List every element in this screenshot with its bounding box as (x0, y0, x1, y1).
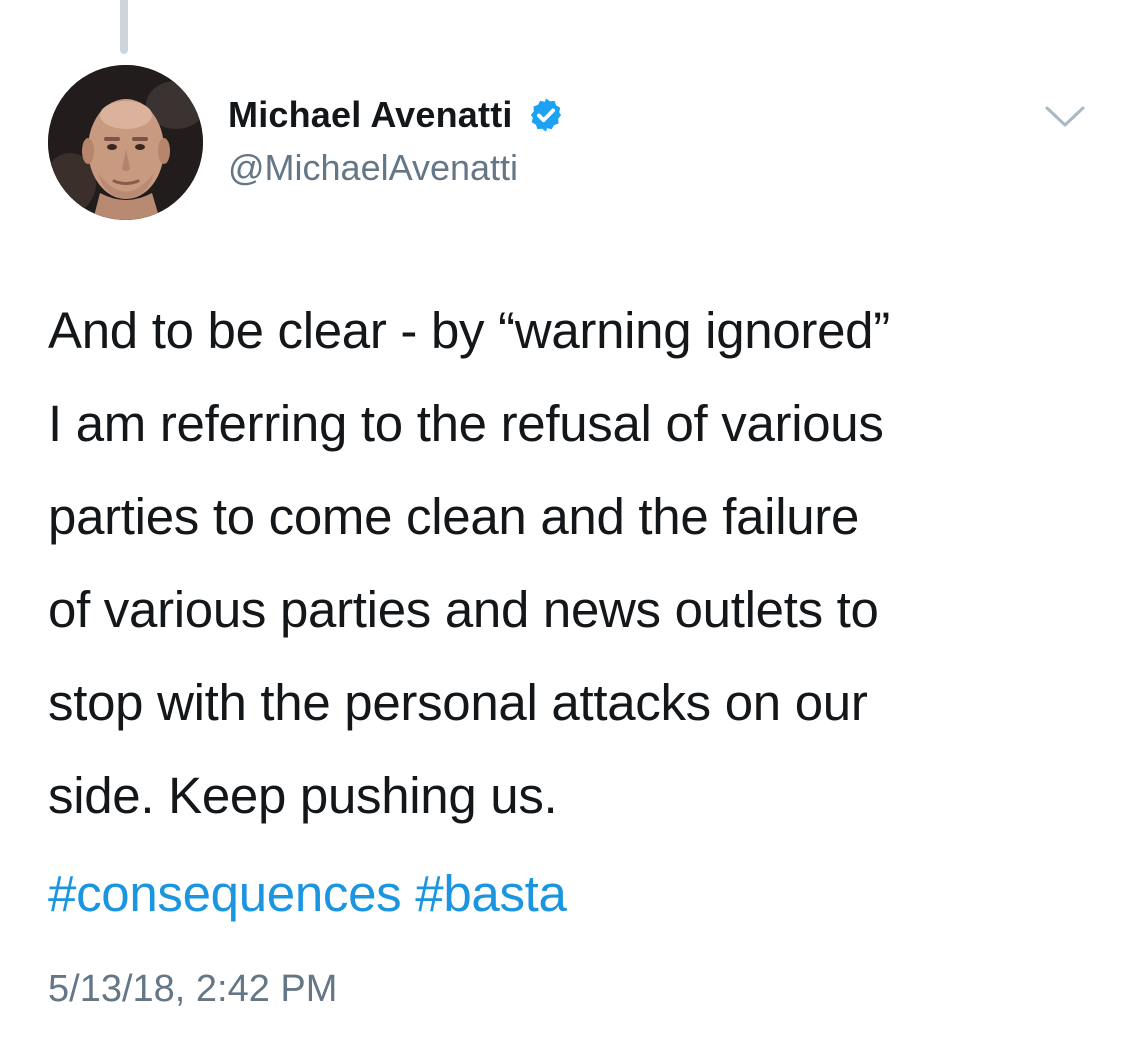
author-handle[interactable]: @MichaelAvenatti (228, 147, 518, 189)
tweet-timestamp[interactable]: 5/13/18, 2:42 PM (48, 968, 337, 1011)
hashtag-link-basta[interactable]: #basta (415, 865, 567, 922)
tweet-text-line: And to be clear - by “warning ignored” (48, 302, 890, 359)
author-name-row: Michael Avenatti (228, 92, 565, 138)
hashtag-list: #consequences #basta (48, 847, 567, 940)
tweet-text-line: parties to come clean and the failure (48, 488, 860, 545)
author-display-name[interactable]: Michael Avenatti (228, 94, 513, 136)
tweet-text-line: I am referring to the refusal of various (48, 395, 884, 452)
avatar-image (48, 65, 203, 220)
chevron-down-icon[interactable] (1044, 103, 1086, 131)
tweet-text-line: side. Keep pushing us. (48, 767, 558, 824)
hashtag-link-consequences[interactable]: #consequences (48, 865, 402, 922)
thread-connector-line (120, 0, 128, 54)
verified-badge-icon (527, 96, 565, 134)
tweet-text: And to be clear - by “warning ignored” I… (48, 284, 1088, 842)
tweet-text-line: of various parties and news outlets to (48, 581, 879, 638)
tweet-text-line: stop with the personal attacks on our (48, 674, 868, 731)
avatar[interactable] (48, 65, 203, 220)
